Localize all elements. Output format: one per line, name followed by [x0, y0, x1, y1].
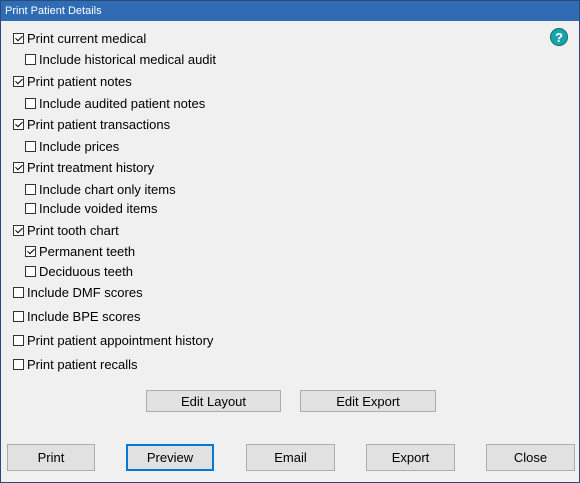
checkbox-deciduous-teeth[interactable]: Deciduous teeth — [25, 263, 133, 279]
checkbox-label: Print patient recalls — [27, 356, 138, 372]
checkbox-include-dmf-scores[interactable]: Include DMF scores — [13, 284, 143, 300]
checkbox-label: Include voided items — [39, 200, 158, 216]
checkbox-label: Print tooth chart — [27, 222, 119, 238]
checkbox-box[interactable] — [13, 334, 24, 346]
email-button[interactable]: Email — [246, 444, 335, 471]
checkbox-label: Permanent teeth — [39, 243, 136, 259]
checkbox-include-chart-only-items[interactable]: Include chart only items — [25, 181, 176, 197]
checkbox-include-audited-patient-notes[interactable]: Include audited patient notes — [25, 95, 205, 111]
checkbox-box[interactable] — [25, 245, 36, 257]
export-button[interactable]: Export — [366, 444, 455, 471]
checkbox-label: Include BPE scores — [27, 308, 141, 324]
checkbox-box[interactable] — [13, 32, 24, 44]
checkbox-include-voided-items[interactable]: Include voided items — [25, 200, 158, 216]
dialog-content: ? Print current medical Include historic… — [1, 21, 579, 482]
checkbox-box[interactable] — [25, 202, 36, 214]
checkbox-label: Print patient notes — [27, 73, 132, 89]
checkbox-print-patient-recalls[interactable]: Print patient recalls — [13, 356, 138, 372]
checkbox-box[interactable] — [13, 310, 24, 322]
close-button[interactable]: Close — [486, 444, 575, 471]
window-title: Print Patient Details — [1, 1, 579, 21]
checkbox-label: Deciduous teeth — [39, 263, 133, 279]
checkbox-box[interactable] — [25, 265, 36, 277]
checkbox-label: Include DMF scores — [27, 284, 143, 300]
checkbox-label: Include prices — [39, 138, 120, 154]
checkbox-print-current-medical[interactable]: Print current medical — [13, 30, 146, 46]
edit-export-button[interactable]: Edit Export — [300, 390, 436, 412]
checkbox-print-patient-notes[interactable]: Print patient notes — [13, 73, 132, 89]
checkbox-label: Print patient appointment history — [27, 332, 214, 348]
checkbox-box[interactable] — [13, 358, 24, 370]
checkbox-box[interactable] — [13, 75, 24, 87]
checkbox-print-treatment-history[interactable]: Print treatment history — [13, 159, 154, 175]
checkbox-label: Print patient transactions — [27, 116, 171, 132]
checkbox-box[interactable] — [13, 286, 24, 298]
checkbox-print-patient-appointment-history[interactable]: Print patient appointment history — [13, 332, 213, 348]
print-patient-details-dialog: Print Patient Details ? Print current me… — [0, 0, 580, 483]
edit-layout-button[interactable]: Edit Layout — [146, 390, 281, 412]
print-button[interactable]: Print — [7, 444, 95, 471]
checkbox-label: Include audited patient notes — [39, 95, 206, 111]
checkbox-box[interactable] — [13, 161, 24, 173]
help-icon[interactable]: ? — [550, 28, 568, 46]
checkbox-print-tooth-chart[interactable]: Print tooth chart — [13, 222, 119, 238]
checkbox-box[interactable] — [25, 140, 36, 152]
checkbox-label: Include chart only items — [39, 181, 176, 197]
checkbox-include-bpe-scores[interactable]: Include BPE scores — [13, 308, 140, 324]
checkbox-include-historical-medical-audit[interactable]: Include historical medical audit — [25, 51, 216, 67]
preview-button[interactable]: Preview — [126, 444, 214, 471]
checkbox-box[interactable] — [13, 118, 24, 130]
checkbox-box[interactable] — [25, 97, 36, 109]
checkbox-label: Print treatment history — [27, 159, 155, 175]
checkbox-print-patient-transactions[interactable]: Print patient transactions — [13, 116, 170, 132]
checkbox-box[interactable] — [25, 53, 36, 65]
checkbox-box[interactable] — [25, 183, 36, 195]
checkbox-permanent-teeth[interactable]: Permanent teeth — [25, 243, 135, 259]
checkbox-label: Include historical medical audit — [39, 51, 217, 67]
checkbox-include-prices[interactable]: Include prices — [25, 138, 119, 154]
checkbox-box[interactable] — [13, 224, 24, 236]
checkbox-label: Print current medical — [27, 30, 147, 46]
